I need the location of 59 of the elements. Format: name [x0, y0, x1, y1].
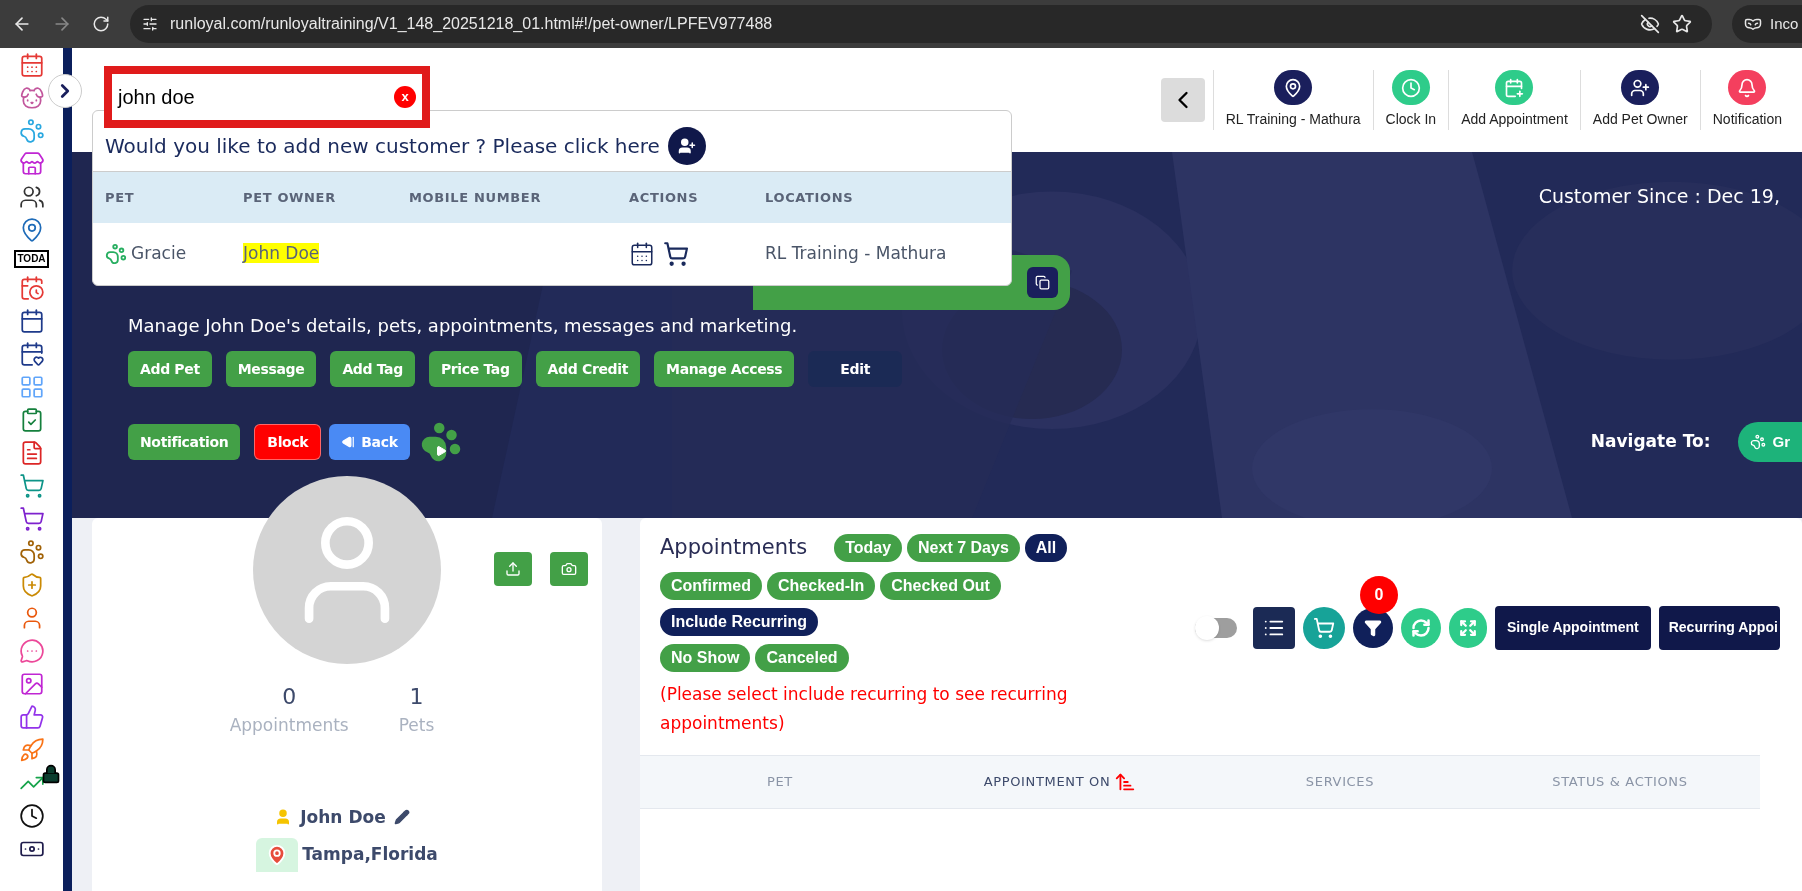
column-header: PET OWNER: [243, 188, 337, 207]
action-button[interactable]: Add Tag: [330, 351, 415, 387]
column-header: ACTIONS: [629, 188, 700, 207]
customer-since: Customer Since : Dec 19,: [1538, 184, 1780, 209]
appointments-title: Appointments: [660, 534, 808, 561]
stat-value: 0: [282, 683, 297, 711]
location: RL Training - Mathura: [765, 242, 947, 266]
appointment-button[interactable]: Single Appointment: [1495, 605, 1651, 650]
result-row[interactable]: Gracie John Doe RL Training - Mathura: [93, 223, 1011, 285]
back-button[interactable]: Back: [329, 424, 410, 460]
stat-value: 1: [409, 683, 424, 711]
action-button[interactable]: Manage Access: [654, 351, 795, 387]
filter-chip[interactable]: Confirmed: [660, 571, 762, 600]
clear-button[interactable]: x: [394, 86, 416, 108]
appointment-button[interactable]: Recurring Appoi: [1658, 605, 1780, 650]
column-header: LOCATIONS: [765, 188, 854, 207]
header-nav-item[interactable]: Add Appointment: [1448, 70, 1580, 130]
add-customer-prompt[interactable]: Would you like to add new customer ? Please click here: [105, 131, 660, 161]
header-nav-item[interactable]: Notification: [1699, 70, 1794, 130]
filter-chip[interactable]: Today: [834, 533, 903, 562]
filter-chip[interactable]: Include Recurring: [660, 607, 819, 636]
recurring-note: (Please select include recurring to see recurring appointments): [660, 682, 1069, 735]
action-button[interactable]: Add Credit: [535, 351, 641, 387]
address-bar[interactable]: runloyal.com/runloyaltraining/V1_148_20251218_01.html#!/pet-owner/LPFEV977488: [130, 5, 1712, 43]
action-button[interactable]: Message: [225, 351, 317, 387]
filter-chip[interactable]: Next 7 Days: [907, 533, 1020, 562]
action-button[interactable]: Price Tag: [428, 351, 522, 387]
column-header[interactable]: APPOINTMENT ON: [983, 771, 1111, 792]
pet-name: Gracie: [131, 242, 187, 266]
action-button[interactable]: Block: [254, 424, 322, 460]
action-button[interactable]: Edit: [808, 351, 902, 387]
column-header[interactable]: PET: [767, 771, 793, 792]
url-text: runloyal.com/runloyaltraining/V1_148_20251218_01.html#!/pet-owner/LPFEV977488: [170, 14, 774, 34]
action-button[interactable]: Add Pet: [128, 351, 212, 387]
header-nav-item[interactable]: Clock In: [1372, 70, 1449, 130]
filter-count-badge: 0: [1360, 575, 1398, 614]
action-button[interactable]: Notification: [128, 424, 241, 460]
filter-chip[interactable]: All: [1024, 533, 1068, 562]
today-badge[interactable]: TODA: [14, 250, 49, 268]
header-nav-item[interactable]: RL Training - Mathura: [1212, 70, 1373, 130]
filter-chip[interactable]: No Show: [660, 643, 751, 672]
owner-name: John Doe: [243, 243, 320, 264]
navigate-label: Navigate To:: [1590, 430, 1711, 454]
filter-chip[interactable]: Checked Out: [880, 571, 1001, 600]
column-header[interactable]: SERVICES: [1305, 771, 1375, 792]
owner-location: Tampa,Florida: [302, 843, 438, 867]
column-header[interactable]: STATUS & ACTIONS: [1552, 771, 1688, 792]
stat-label: Pets: [398, 714, 435, 737]
hero-description: Manage John Doe's details, pets, appointments, messages and marketing.: [128, 314, 799, 338]
stat-label: Appointments: [229, 714, 349, 737]
profile-chip[interactable]: Inco: [1732, 5, 1802, 43]
navigate-button[interactable]: Gr: [1738, 422, 1802, 462]
filter-chip[interactable]: Canceled: [755, 643, 849, 672]
search-field[interactable]: john doe x: [112, 74, 422, 120]
column-header: PET: [105, 188, 136, 207]
header-nav-item[interactable]: Add Pet Owner: [1579, 70, 1700, 130]
owner-name: John Doe: [300, 805, 386, 829]
filter-chip[interactable]: Checked-In: [767, 571, 876, 600]
column-header: MOBILE NUMBER: [409, 188, 543, 207]
